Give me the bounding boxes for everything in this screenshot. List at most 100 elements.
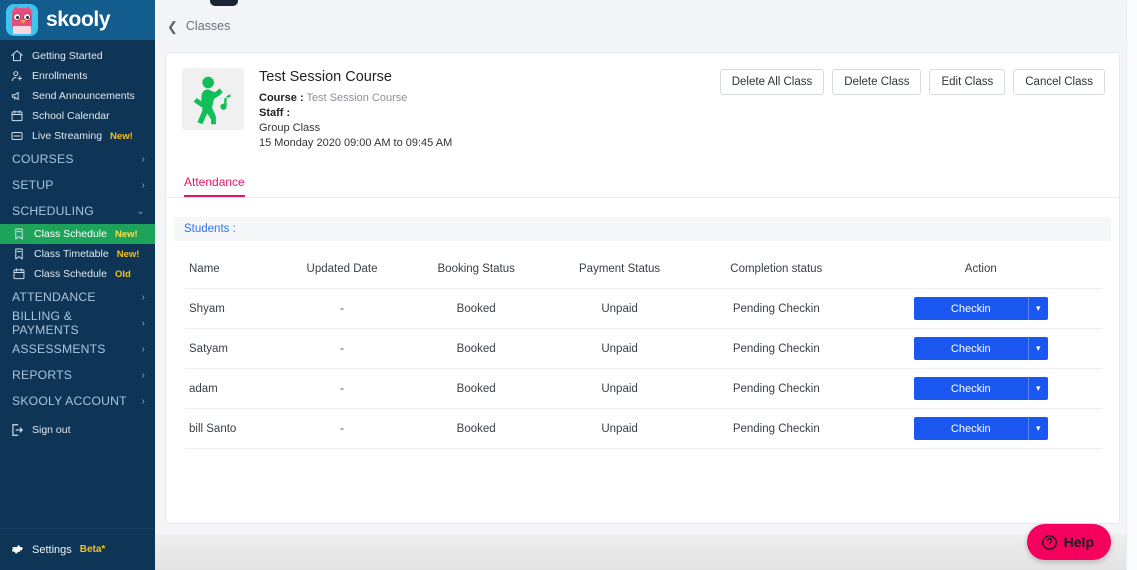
cancel-class-button[interactable]: Cancel Class xyxy=(1013,69,1105,95)
sidebar-item-sign-out[interactable]: Sign out xyxy=(0,420,155,440)
sidebar-subitem-badge: New! xyxy=(114,228,138,240)
bookmark-icon xyxy=(15,228,23,240)
table-header-row: Name Updated Date Booking Status Payment St… xyxy=(185,263,1102,289)
cell-booking-status: Booked xyxy=(406,408,547,449)
sidebar-item-enrollments[interactable]: Enrollments xyxy=(0,66,155,86)
checkin-dropdown-toggle[interactable]: ▾ xyxy=(1027,337,1048,360)
sidebar-group-assessments[interactable]: ASSESSMENTS › xyxy=(0,336,155,362)
sidebar-item-live-streaming[interactable]: Live Streaming New! xyxy=(0,126,155,146)
sidebar-subitem-label: Class Schedule xyxy=(34,268,107,280)
checkin-dropdown-toggle[interactable]: ▾ xyxy=(1027,377,1048,400)
calendar-icon xyxy=(13,268,25,280)
sign-out-icon xyxy=(12,424,24,436)
cell-completion-status: Pending Checkin xyxy=(693,328,860,369)
sidebar-settings-footer[interactable]: Settings Beta* xyxy=(0,528,155,570)
checkin-button[interactable]: Checkin xyxy=(913,417,1028,440)
sidebar-group-label: BILLING & PAYMENTS xyxy=(12,309,79,337)
table-header-cell: Name xyxy=(185,263,278,289)
sidebar-subitem-badge: Old xyxy=(114,268,131,280)
sidebar-group-label: ATTENDANCE xyxy=(12,290,96,304)
sidebar-subitem-class-schedule-0[interactable]: Class Schedule New! xyxy=(0,224,155,244)
table-body: Shyam - Booked Unpaid Pending Checkin Checkin… xyxy=(185,288,1102,449)
sidebar-group-reports[interactable]: REPORTS › xyxy=(0,362,155,388)
cell-payment-status: Unpaid xyxy=(546,368,694,409)
right-edge-strip xyxy=(1126,0,1137,570)
person-add-icon xyxy=(11,71,23,82)
sidebar-group-scheduling[interactable]: SCHEDULING ⌄ xyxy=(0,198,155,224)
tab-attendance[interactable]: Attendance xyxy=(184,175,245,197)
breadcrumb: ❮ Classes xyxy=(155,8,1137,44)
sidebar-group-attendance[interactable]: ATTENDANCE › xyxy=(0,284,155,310)
students-label: Students : xyxy=(184,223,236,235)
sidebar-nav-items: Getting Started Enrollments Send Announcem… xyxy=(0,46,155,146)
chevron-down-icon: ▾ xyxy=(1036,423,1041,433)
sidebar-item-badge: New! xyxy=(110,130,133,142)
cell-action: Checkin ▾ xyxy=(859,288,1102,329)
cell-name: Satyam xyxy=(185,328,278,369)
cell-completion-status: Pending Checkin xyxy=(693,408,860,449)
class-action-buttons: Delete All Class Delete Class Edit Class Ca… xyxy=(719,69,1105,95)
chevron-down-icon: ▾ xyxy=(1036,383,1041,393)
sidebar-groups-top: COURSES › SETUP › SCHEDULING ⌄ xyxy=(0,146,155,224)
sidebar-item-getting-started[interactable]: Getting Started xyxy=(0,46,155,66)
home-icon xyxy=(11,50,23,62)
sidebar-item-school-calendar[interactable]: School Calendar xyxy=(0,106,155,126)
sidebar-subitem-badge: New! xyxy=(116,248,140,260)
sidebar-group-setup[interactable]: SETUP › xyxy=(0,172,155,198)
students-section-header: Students : xyxy=(174,217,1111,241)
course-info: Test Session Course Course : Test Sessio… xyxy=(259,68,452,151)
cell-payment-status: Unpaid xyxy=(546,288,694,329)
top-notch-decoration xyxy=(210,0,238,6)
sidebar-scheduling-children: Class Schedule New! Class Timetable New! Cla… xyxy=(0,224,155,284)
chevron-right-icon: › xyxy=(141,291,145,303)
breadcrumb-label[interactable]: Classes xyxy=(186,19,230,33)
video-icon xyxy=(11,132,23,140)
sidebar-subitem-class-timetable-1[interactable]: Class Timetable New! xyxy=(0,244,155,264)
checkin-button[interactable]: Checkin xyxy=(913,297,1028,320)
cell-updated-date: - xyxy=(277,368,407,409)
sidebar-item-label: Enrollments xyxy=(32,70,88,82)
sidebar-subitem-label: Class Timetable xyxy=(34,248,109,260)
cell-booking-status: Booked xyxy=(406,328,547,369)
cell-updated-date: - xyxy=(277,288,407,329)
chevron-down-icon: ⌄ xyxy=(136,205,145,217)
checkin-dropdown-toggle[interactable]: ▾ xyxy=(1027,297,1048,320)
sidebar-item-send-announcements[interactable]: Send Announcements xyxy=(0,86,155,106)
question-circle-icon xyxy=(1041,534,1057,550)
cell-action: Checkin ▾ xyxy=(859,408,1102,449)
course-name-value: Test Session Course xyxy=(306,92,408,104)
sidebar-sign-out-label: Sign out xyxy=(32,424,71,436)
course-staff-row: Staff : xyxy=(259,106,452,121)
sidebar-group-label: REPORTS xyxy=(12,368,73,382)
sidebar-item-label: Send Announcements xyxy=(32,90,135,102)
checkin-button[interactable]: Checkin xyxy=(913,377,1028,400)
students-table: Name Updated Date Booking Status Payment St… xyxy=(185,263,1102,449)
sidebar-group-label: SETUP xyxy=(12,178,54,192)
app-root: skooly Getting Started Enrollments Send An… xyxy=(0,0,1137,570)
checkin-dropdown-toggle[interactable]: ▾ xyxy=(1027,417,1048,440)
brand-logo-bar[interactable]: skooly xyxy=(0,0,155,40)
table-header-cell: Booking Status xyxy=(406,263,547,289)
sidebar-group-courses[interactable]: COURSES › xyxy=(0,146,155,172)
delete-class-button[interactable]: Delete Class xyxy=(832,69,922,95)
sidebar-subitem-label: Class Schedule xyxy=(34,228,107,240)
help-button[interactable]: Help xyxy=(1026,524,1111,560)
sidebar-group-skooly-account[interactable]: SKOOLY ACCOUNT › xyxy=(0,388,155,414)
sidebar-group-billing-payments[interactable]: BILLING & PAYMENTS › xyxy=(0,309,155,337)
delete-all-class-button[interactable]: Delete All Class xyxy=(719,69,825,95)
cell-name: bill Santo xyxy=(185,408,278,449)
sidebar-subitem-class-schedule-2[interactable]: Class Schedule Old xyxy=(0,264,155,284)
table-row: Satyam - Booked Unpaid Pending Checkin Checki… xyxy=(185,328,1102,369)
owl-logo-icon xyxy=(6,4,38,36)
calendar-icon xyxy=(11,110,23,122)
table-header-cell: Action xyxy=(859,263,1102,289)
cell-booking-status: Booked xyxy=(406,288,547,329)
cell-updated-date: - xyxy=(277,328,407,369)
edit-class-button[interactable]: Edit Class xyxy=(929,69,1006,95)
checkin-button[interactable]: Checkin xyxy=(913,337,1028,360)
cell-action: Checkin ▾ xyxy=(859,368,1102,409)
chevron-left-icon[interactable]: ❮ xyxy=(167,20,178,33)
sidebar-group-label: COURSES xyxy=(12,152,74,166)
brand-name: skooly xyxy=(46,8,111,31)
main-content: ❮ Classes Test Session Course Course : T… xyxy=(155,0,1137,570)
